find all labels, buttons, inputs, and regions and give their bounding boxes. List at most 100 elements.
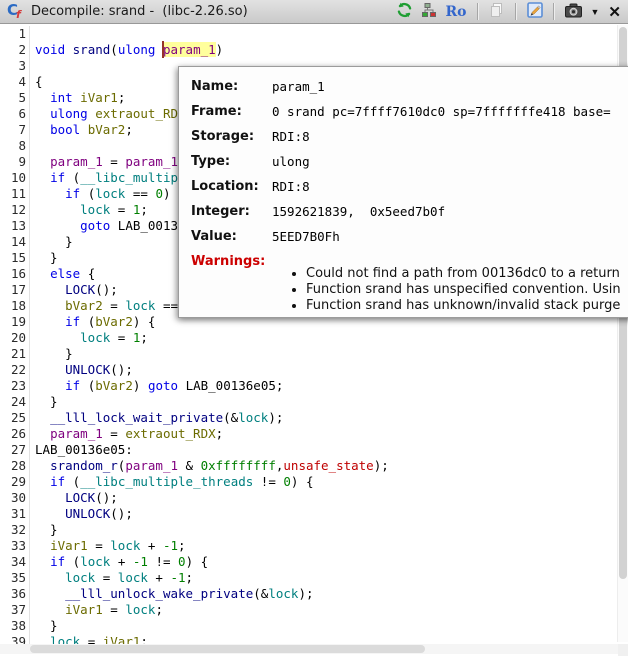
code-line-text[interactable]: UNLOCK();	[30, 362, 133, 378]
rename-variable-button[interactable]: Ro	[445, 2, 468, 22]
tooltip-row-value: 0 srand pc=7ffff7610dc0 sp=7fffffffe418 …	[272, 104, 611, 119]
code-line-text[interactable]: if (__libc_multiple_threads != 0) {	[30, 474, 314, 490]
code-line[interactable]: 23 if (bVar2) goto LAB_00136e05;	[0, 378, 389, 394]
copy-button[interactable]	[488, 2, 506, 22]
code-line-text[interactable]	[30, 58, 35, 74]
code-line[interactable]: 1	[0, 26, 389, 42]
titlebar[interactable]: Cf Decompile: srand - (libc-2.26.so)	[0, 0, 628, 24]
code-line-text[interactable]: if (bVar2) goto LAB_00136e05;	[30, 378, 283, 394]
line-number: 17	[0, 282, 30, 298]
line-number: 14	[0, 234, 30, 250]
warning-item: Function srand has unspecified conventio…	[306, 282, 621, 298]
tooltip-row-value: param_1	[272, 79, 325, 94]
tooltip-row-value: 5EED7B0Fh	[272, 229, 340, 244]
code-line[interactable]: 25 __lll_lock_wait_private(&lock);	[0, 410, 389, 426]
code-line[interactable]: 24 }	[0, 394, 389, 410]
code-line-text[interactable]: UNLOCK();	[30, 506, 133, 522]
tooltip-row-value: ulong	[272, 154, 310, 169]
scrollbar-corner	[618, 644, 628, 656]
code-line[interactable]: 30 LOCK();	[0, 490, 389, 506]
line-number: 3	[0, 58, 30, 74]
code-line-text[interactable]: LOCK();	[30, 282, 118, 298]
code-line[interactable]: 27LAB_00136e05:	[0, 442, 389, 458]
code-line-text[interactable]: LOCK();	[30, 490, 118, 506]
line-number: 5	[0, 90, 30, 106]
line-number: 29	[0, 474, 30, 490]
copy-icon	[489, 2, 505, 21]
window-title: Decompile: srand - (libc-2.26.so)	[31, 4, 395, 19]
code-line-text[interactable]: if (lock + -1 != 0) {	[30, 554, 208, 570]
code-line-text[interactable]: void srand(ulong param_1)	[30, 42, 223, 58]
code-line-text[interactable]: lock = 1;	[30, 330, 148, 346]
horizontal-scrollbar[interactable]	[0, 644, 618, 654]
tooltip-row-label: Type:	[191, 154, 272, 169]
snapshot-button[interactable]	[564, 2, 583, 22]
line-number: 12	[0, 202, 30, 218]
horizontal-scrollbar-thumb[interactable]	[30, 645, 425, 653]
code-line[interactable]: 2void srand(ulong param_1)	[0, 42, 389, 58]
code-line-text[interactable]: iVar1 = lock + -1;	[30, 538, 186, 554]
code-line-text[interactable]: }	[30, 234, 73, 250]
line-number: 19	[0, 314, 30, 330]
code-line-text[interactable]: if (lock == 0) {	[30, 186, 186, 202]
line-number: 26	[0, 426, 30, 442]
code-line-text[interactable]: ulong extraout_RDX;	[30, 106, 193, 122]
code-line-text[interactable]: }	[30, 250, 58, 266]
code-line-text[interactable]	[30, 26, 35, 42]
code-line[interactable]: 33 iVar1 = lock + -1;	[0, 538, 389, 554]
code-line-text[interactable]: }	[30, 522, 58, 538]
code-line[interactable]: 20 lock = 1;	[0, 330, 389, 346]
code-line[interactable]: 34 if (lock + -1 != 0) {	[0, 554, 389, 570]
line-number: 30	[0, 490, 30, 506]
line-number: 25	[0, 410, 30, 426]
edit-button[interactable]	[526, 2, 544, 22]
tooltip-row-value: 1592621839, 0x5eed7b0f	[272, 204, 445, 219]
code-line[interactable]: 28 srandom_r(param_1 & 0xffffffff,unsafe…	[0, 458, 389, 474]
code-line[interactable]: 36 __lll_unlock_wake_private(&lock);	[0, 586, 389, 602]
code-line-text[interactable]: param_1 = extraout_RDX;	[30, 426, 223, 442]
code-line[interactable]: 35 lock = lock + -1;	[0, 570, 389, 586]
code-line-text[interactable]: }	[30, 346, 73, 362]
code-line-text[interactable]: int iVar1;	[30, 90, 125, 106]
code-line[interactable]: 21 }	[0, 346, 389, 362]
line-number: 7	[0, 122, 30, 138]
code-line-text[interactable]: __lll_lock_wait_private(&lock);	[30, 410, 283, 426]
code-line-text[interactable]: {	[30, 74, 43, 90]
code-line-text[interactable]: iVar1 = lock;	[30, 602, 163, 618]
dropdown-menu-button[interactable]: ▼	[590, 2, 601, 22]
close-button[interactable]: ✕	[607, 2, 622, 22]
line-number: 9	[0, 154, 30, 170]
code-line[interactable]: 29 if (__libc_multiple_threads != 0) {	[0, 474, 389, 490]
toolbar-separator	[553, 3, 555, 20]
graph-icon	[422, 3, 437, 20]
code-line-text[interactable]: LAB_00136e05:	[30, 442, 133, 458]
line-number: 37	[0, 602, 30, 618]
code-line-text[interactable]: srandom_r(param_1 & 0xffffffff,unsafe_st…	[30, 458, 389, 474]
code-line-text[interactable]	[30, 138, 35, 154]
line-number: 31	[0, 506, 30, 522]
code-line[interactable]: 32 }	[0, 522, 389, 538]
line-number: 6	[0, 106, 30, 122]
toolbar-separator	[477, 3, 479, 20]
code-line[interactable]: 31 UNLOCK();	[0, 506, 389, 522]
line-number: 33	[0, 538, 30, 554]
code-line-text[interactable]: bool bVar2;	[30, 122, 133, 138]
code-line-text[interactable]: else {	[30, 266, 95, 282]
code-line[interactable]: 22 UNLOCK();	[0, 362, 389, 378]
line-number: 28	[0, 458, 30, 474]
code-line-text[interactable]: lock = lock + -1;	[30, 570, 193, 586]
line-number: 35	[0, 570, 30, 586]
code-line[interactable]: 38 }	[0, 618, 389, 634]
tooltip-row-label: Value:	[191, 229, 272, 244]
refresh-button[interactable]	[395, 2, 414, 22]
code-line-text[interactable]: bVar2 = lock == 0;	[30, 298, 201, 314]
code-line-text[interactable]: lock = 1;	[30, 202, 148, 218]
code-line-text[interactable]: }	[30, 618, 58, 634]
graph-button[interactable]	[421, 2, 438, 22]
warning-item: Could not find a path from 00136dc0 to a…	[306, 266, 621, 282]
code-line[interactable]: 37 iVar1 = lock;	[0, 602, 389, 618]
code-line-text[interactable]: }	[30, 394, 58, 410]
code-line[interactable]: 26 param_1 = extraout_RDX;	[0, 426, 389, 442]
code-line-text[interactable]: __lll_unlock_wake_private(&lock);	[30, 586, 314, 602]
code-line-text[interactable]: if (bVar2) {	[30, 314, 155, 330]
